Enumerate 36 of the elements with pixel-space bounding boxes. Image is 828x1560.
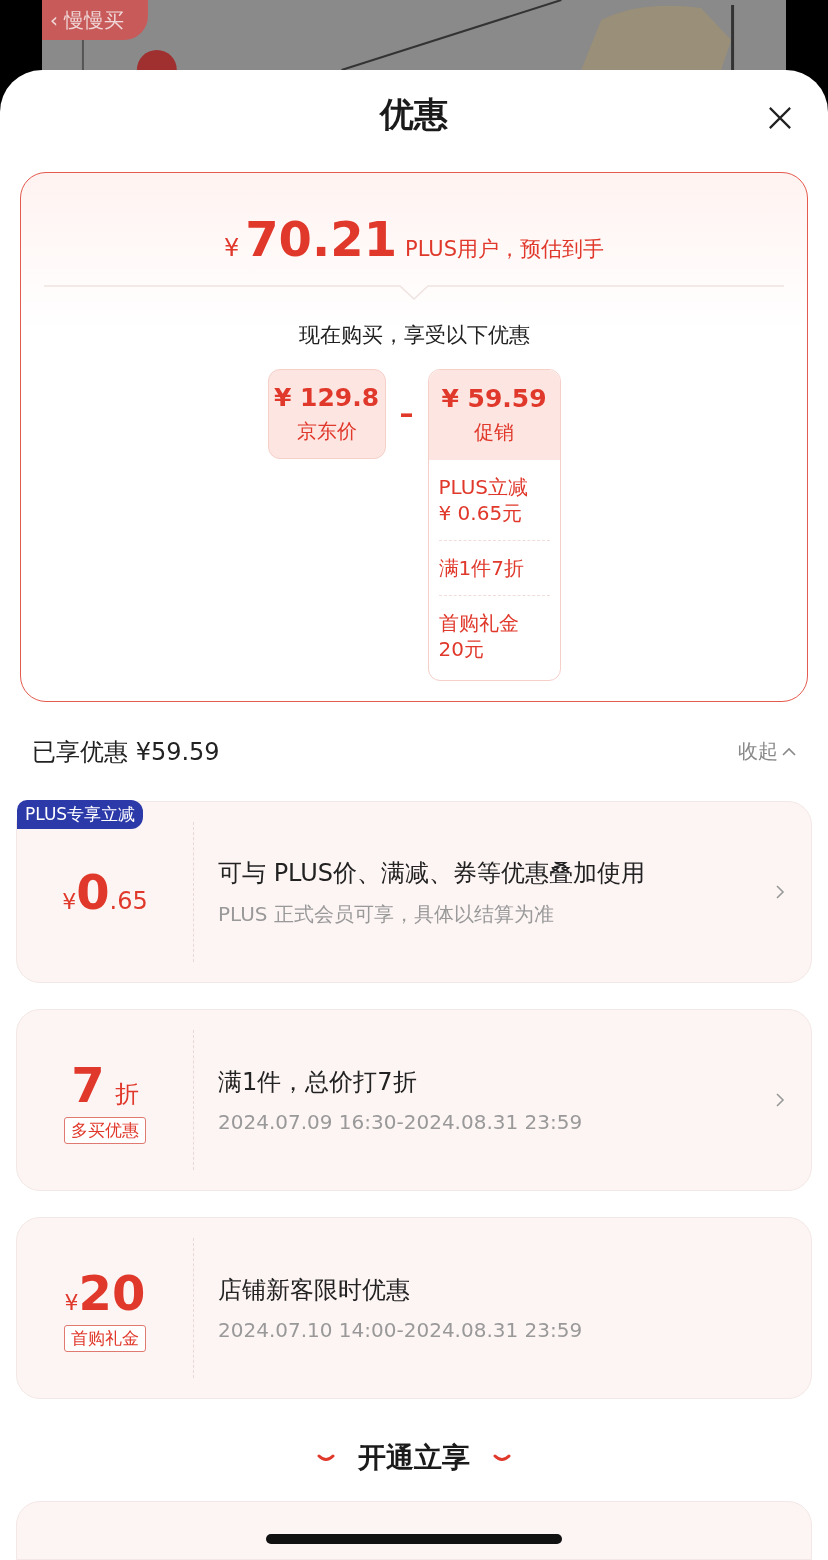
discount-item: 满1件7折 xyxy=(438,541,550,597)
coupon-card[interactable]: 7 折 多买优惠 满1件，总价打7折 2024.07.09 16:30-2024.08.31 23:59 xyxy=(16,1009,812,1192)
coupon-amount: 7 折 xyxy=(71,1056,139,1113)
coupon-title: 店铺新客限时优惠 xyxy=(218,1275,411,1307)
smile-icon xyxy=(492,1453,512,1464)
coupon-title: 满1件，总价打7折 xyxy=(218,1067,418,1099)
collapse-toggle[interactable]: 收起 xyxy=(738,738,796,766)
coupon-subtitle: PLUS 正式会员可享，具体以结算为准 xyxy=(218,900,555,928)
smile-icon xyxy=(316,1453,336,1464)
base-price-box: ¥ 129.8 京东价 xyxy=(267,369,386,460)
discount-item: PLUS立减 ¥ 0.65元 xyxy=(438,460,550,542)
chevron-right-icon xyxy=(775,884,785,901)
chevron-up-icon xyxy=(782,746,796,757)
minus-sign: – xyxy=(399,397,414,431)
discount-item: 首购礼金 20元 xyxy=(438,610,520,664)
enjoyed-total: 已享优惠 ¥59.59 xyxy=(32,736,220,768)
section-title: 开通立享 xyxy=(358,1440,470,1477)
coupon-subtitle: 2024.07.10 14:00-2024.08.31 23:59 xyxy=(218,1318,584,1343)
coupon-card[interactable]: ¥20 首购礼金 店铺新客限时优惠 2024.07.10 14:00-2024.08.31 23:59 xyxy=(16,1217,812,1400)
discount-label: 促销 xyxy=(474,419,514,447)
price-caption: PLUS用户，预估到手 xyxy=(405,236,605,264)
chevron-right-icon xyxy=(775,1092,785,1109)
currency-symbol: ¥ xyxy=(223,234,240,263)
coupon-subtitle: 2024.07.09 16:30-2024.08.31 23:59 xyxy=(218,1110,584,1135)
close-icon[interactable] xyxy=(768,106,792,130)
coupon-card[interactable]: PLUS专享立减 ¥0.65 可与 PLUS价、满减、券等优惠叠加使用 PLUS 正式会员可享，具体以结算为准 xyxy=(16,801,812,984)
coupon-amount: ¥0.65 xyxy=(62,864,148,921)
plus-badge: PLUS专享立减 xyxy=(17,800,144,830)
coupon-tag: 首购礼金 xyxy=(64,1324,146,1352)
estimated-price: 70.21 xyxy=(245,211,398,268)
sheet-title: 优惠 xyxy=(380,93,448,137)
coupon-title: 可与 PLUS价、满减、券等优惠叠加使用 xyxy=(218,857,647,889)
coupon-tag: 多买优惠 xyxy=(64,1116,146,1144)
intro-text: 现在购买，享受以下优惠 xyxy=(298,322,530,350)
discount-amount: ¥ 59.59 xyxy=(441,384,547,414)
coupon-amount: ¥20 xyxy=(64,1264,146,1321)
